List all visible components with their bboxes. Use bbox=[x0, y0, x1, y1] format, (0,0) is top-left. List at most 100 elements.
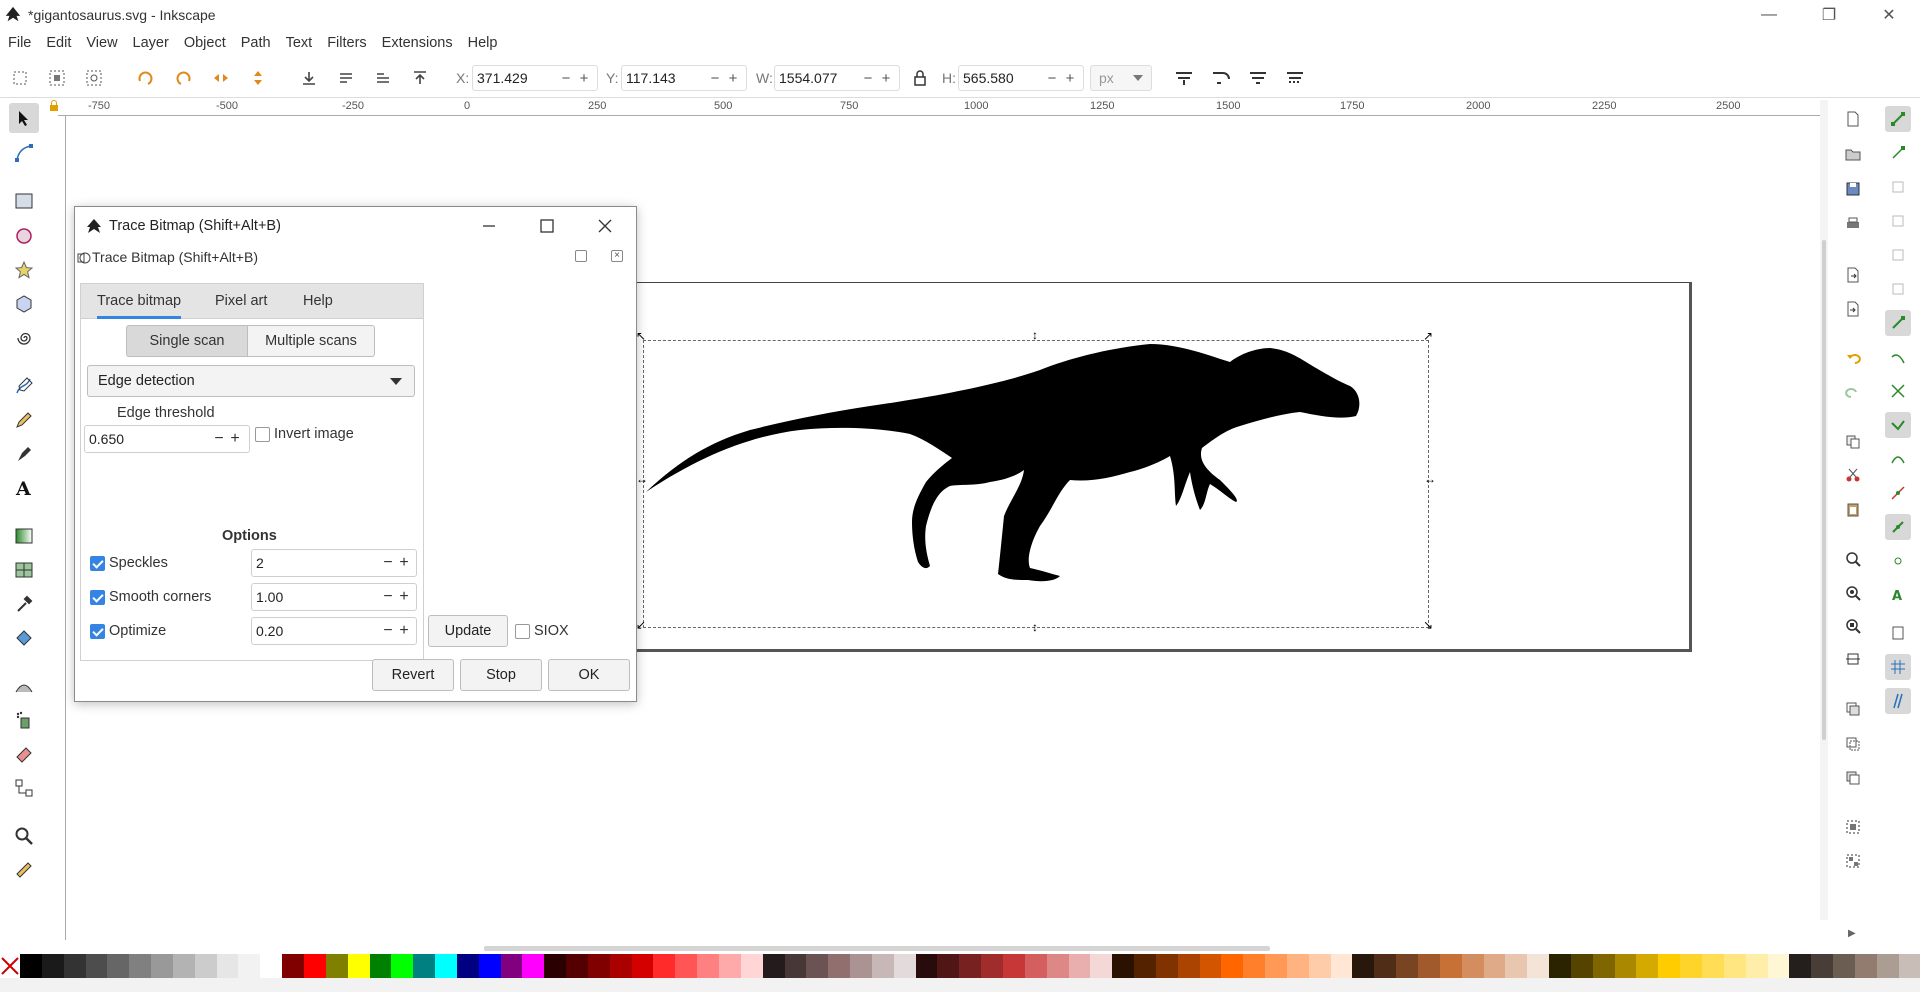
menu-object[interactable]: Object bbox=[184, 35, 226, 51]
color-swatch[interactable] bbox=[500, 954, 523, 978]
color-swatch[interactable] bbox=[784, 954, 807, 978]
gradient-tool-icon[interactable] bbox=[9, 521, 39, 551]
stop-button[interactable]: Stop bbox=[460, 659, 542, 691]
optimize-input[interactable] bbox=[252, 619, 380, 643]
color-swatch[interactable] bbox=[544, 954, 567, 978]
panel-close-icon[interactable]: × bbox=[611, 250, 623, 262]
minimize-button[interactable]: — bbox=[1746, 0, 1792, 30]
color-swatch[interactable] bbox=[435, 954, 457, 978]
speckles-decrement[interactable]: − bbox=[380, 554, 396, 572]
eraser-tool-icon[interactable] bbox=[9, 739, 39, 769]
color-swatch[interactable] bbox=[1811, 954, 1834, 978]
tab-help[interactable]: Help bbox=[303, 293, 333, 309]
color-swatch[interactable] bbox=[609, 954, 632, 978]
zoom-tool-icon[interactable] bbox=[9, 821, 39, 851]
y-increment[interactable]: + bbox=[724, 70, 742, 87]
export-icon[interactable] bbox=[1840, 296, 1866, 322]
color-swatch[interactable] bbox=[1134, 954, 1156, 978]
color-swatch[interactable] bbox=[806, 954, 829, 978]
color-swatch[interactable] bbox=[1549, 954, 1571, 978]
mesh-tool-icon[interactable] bbox=[9, 555, 39, 585]
color-swatch[interactable] bbox=[1265, 954, 1287, 978]
zoom-page-icon[interactable] bbox=[1840, 613, 1866, 639]
color-swatch[interactable] bbox=[107, 954, 130, 978]
color-swatch[interactable] bbox=[1789, 954, 1812, 978]
snap-guide-icon[interactable] bbox=[1885, 688, 1911, 714]
3d-box-tool-icon[interactable] bbox=[9, 289, 39, 319]
color-swatch[interactable] bbox=[172, 954, 195, 978]
ungroup-icon[interactable] bbox=[1840, 848, 1866, 874]
color-swatch[interactable] bbox=[1177, 954, 1200, 978]
color-swatch[interactable] bbox=[1439, 954, 1462, 978]
spray-tool-icon[interactable] bbox=[9, 705, 39, 735]
zoom-selection-icon[interactable] bbox=[1840, 546, 1866, 572]
scale-handle-nw[interactable]: ↖ bbox=[636, 330, 646, 342]
color-swatch[interactable] bbox=[1570, 954, 1593, 978]
color-swatch[interactable] bbox=[1374, 954, 1397, 978]
tweak-tool-icon[interactable] bbox=[9, 671, 39, 701]
color-swatch[interactable] bbox=[325, 954, 348, 978]
flip-horizontal-icon[interactable] bbox=[209, 66, 233, 90]
spiral-tool-icon[interactable] bbox=[9, 323, 39, 353]
rotate-ccw-icon[interactable] bbox=[133, 66, 157, 90]
clone-icon[interactable] bbox=[1840, 731, 1866, 757]
connector-tool-icon[interactable] bbox=[9, 773, 39, 803]
color-swatch[interactable] bbox=[1658, 954, 1681, 978]
color-swatch[interactable] bbox=[1396, 954, 1418, 978]
optimize-decrement[interactable]: − bbox=[380, 622, 396, 640]
menu-filters[interactable]: Filters bbox=[327, 35, 366, 51]
rotate-cw-icon[interactable] bbox=[172, 66, 196, 90]
scale-stroke-icon[interactable] bbox=[1172, 66, 1196, 90]
color-swatch[interactable] bbox=[1002, 954, 1025, 978]
snap-rotation-center-icon[interactable] bbox=[1885, 548, 1911, 574]
zoom-drawing-icon[interactable] bbox=[1840, 580, 1866, 606]
color-swatch[interactable] bbox=[1155, 954, 1178, 978]
x-decrement[interactable]: − bbox=[557, 70, 575, 87]
color-swatch[interactable] bbox=[216, 954, 239, 978]
panel-undock-icon[interactable] bbox=[575, 250, 587, 262]
horizontal-ruler[interactable]: -750 -500 -250 0 250 500 750 1000 1250 1… bbox=[58, 98, 1820, 116]
color-swatch[interactable] bbox=[41, 954, 64, 978]
x-input[interactable] bbox=[473, 67, 557, 89]
color-swatch[interactable] bbox=[697, 954, 719, 978]
color-swatch[interactable] bbox=[981, 954, 1003, 978]
color-swatch[interactable] bbox=[915, 954, 938, 978]
selector-tool-icon[interactable] bbox=[9, 103, 39, 133]
dropper-tool-icon[interactable] bbox=[9, 589, 39, 619]
snap-text-baseline-icon[interactable]: A bbox=[1885, 582, 1911, 608]
rectangle-tool-icon[interactable] bbox=[9, 186, 39, 216]
color-swatch[interactable] bbox=[762, 954, 785, 978]
color-swatch[interactable] bbox=[1046, 954, 1069, 978]
snap-midpoint-icon[interactable] bbox=[1885, 480, 1911, 506]
snap-enable-icon[interactable] bbox=[1885, 106, 1911, 132]
color-swatch[interactable] bbox=[369, 954, 392, 978]
color-swatch[interactable] bbox=[828, 954, 851, 978]
dialog-close-icon[interactable] bbox=[585, 213, 625, 239]
color-swatch[interactable] bbox=[959, 954, 982, 978]
circle-tool-icon[interactable] bbox=[9, 221, 39, 251]
color-swatch[interactable] bbox=[631, 954, 654, 978]
snap-page-border-icon[interactable] bbox=[1885, 620, 1911, 646]
optimize-field[interactable]: − + bbox=[251, 617, 417, 645]
unlink-clone-icon[interactable] bbox=[1840, 765, 1866, 791]
color-swatch[interactable] bbox=[478, 954, 501, 978]
menu-file[interactable]: File bbox=[8, 35, 31, 51]
open-document-icon[interactable] bbox=[1840, 141, 1866, 167]
detection-mode-select[interactable]: Edge detection bbox=[87, 365, 415, 397]
paint-bucket-tool-icon[interactable] bbox=[9, 623, 39, 653]
color-swatch[interactable] bbox=[1592, 954, 1615, 978]
y-input[interactable] bbox=[622, 67, 706, 89]
speckles-increment[interactable]: + bbox=[396, 554, 412, 572]
menu-extensions[interactable]: Extensions bbox=[382, 35, 453, 51]
color-swatch[interactable] bbox=[194, 954, 217, 978]
snap-bbox-center-icon[interactable] bbox=[1885, 276, 1911, 302]
edge-threshold-decrement[interactable]: − bbox=[211, 430, 227, 448]
color-swatch[interactable] bbox=[566, 954, 588, 978]
scale-handle-se[interactable]: ↘ bbox=[1423, 619, 1433, 631]
h-field[interactable]: − + bbox=[958, 65, 1084, 91]
menu-text[interactable]: Text bbox=[286, 35, 313, 51]
revert-button[interactable]: Revert bbox=[372, 659, 454, 691]
scale-handle-n[interactable]: ↕ bbox=[1032, 329, 1038, 341]
duplicate-icon[interactable] bbox=[1840, 696, 1866, 722]
color-swatch[interactable] bbox=[260, 954, 283, 978]
